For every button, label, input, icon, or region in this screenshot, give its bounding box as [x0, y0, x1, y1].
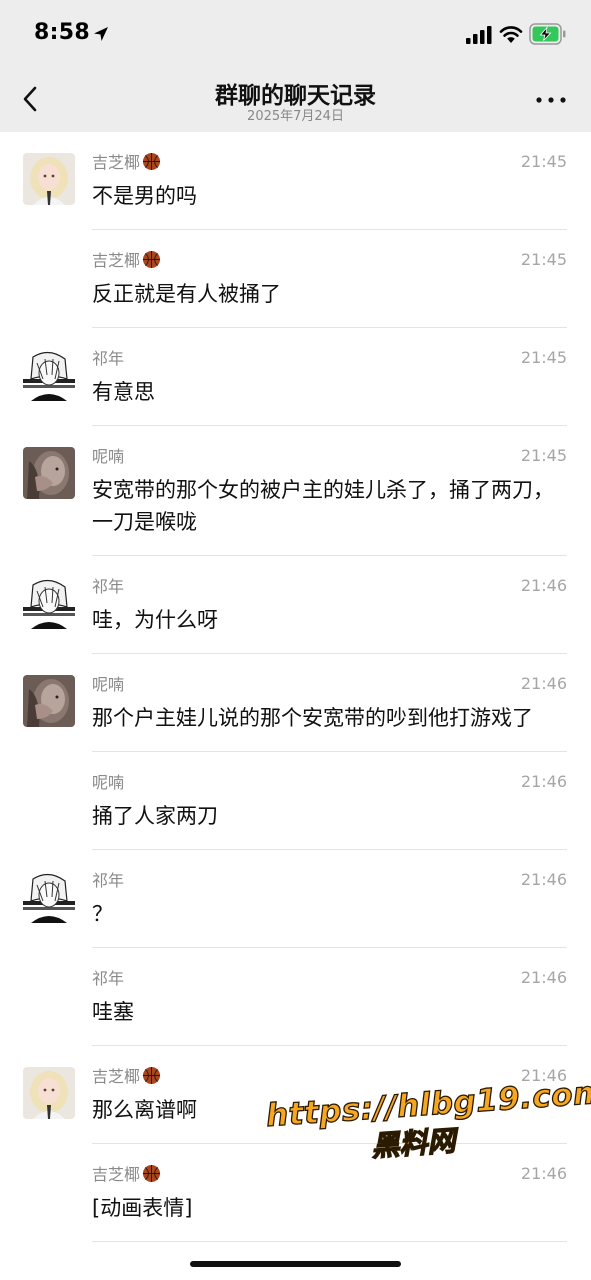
- sender-name: 祁年: [92, 349, 125, 368]
- basketball-emoji-icon: [142, 250, 161, 268]
- sender-name: 呢喃: [92, 675, 125, 694]
- message-text[interactable]: 那个户主娃儿说的那个安宽带的吵到他打游戏了: [92, 702, 567, 734]
- status-time: 8:58: [34, 20, 90, 45]
- header: 8:58 群聊的聊天记录 2025年7月24日: [0, 0, 591, 132]
- message-item[interactable]: 祁年 21:46 哇，为什么呀: [0, 556, 591, 654]
- sender-name: 呢喃: [92, 773, 125, 792]
- avatar-ninan[interactable]: [23, 675, 75, 727]
- avatar-jizhiye[interactable]: [23, 1067, 75, 1119]
- page-subtitle-date: 2025年7月24日: [247, 109, 344, 124]
- message-text[interactable]: 反正就是有人被捅了: [92, 278, 567, 310]
- message-time: 21:46: [520, 1163, 567, 1183]
- message-text[interactable]: 哇塞: [92, 996, 567, 1028]
- sender-name: 吉芝椰: [92, 1067, 141, 1086]
- sender-name: 呢喃: [92, 447, 125, 466]
- message-text[interactable]: [动画表情]: [92, 1192, 567, 1224]
- wifi-icon: [499, 26, 523, 43]
- message-text[interactable]: ？: [92, 898, 567, 930]
- message-time: 21:46: [520, 673, 567, 693]
- message-item[interactable]: 吉芝椰 21:45 反正就是有人被捅了: [0, 230, 591, 328]
- message-time: 21:45: [520, 151, 567, 171]
- more-options-button[interactable]: [532, 88, 570, 112]
- basketball-emoji-icon: [142, 152, 161, 170]
- cellular-signal-icon: [466, 26, 492, 44]
- message-text[interactable]: 不是男的吗: [92, 180, 567, 212]
- location-arrow-icon: [94, 27, 108, 41]
- avatar-qinian[interactable]: [23, 349, 75, 401]
- message-item[interactable]: 呢喃 21:45 安宽带的那个女的被户主的娃儿杀了，捅了两刀，一刀是喉咙: [0, 426, 591, 556]
- message-text[interactable]: 哇，为什么呀: [92, 604, 567, 636]
- avatar-qinian[interactable]: [23, 577, 75, 629]
- message-text[interactable]: 安宽带的那个女的被户主的娃儿杀了，捅了两刀，一刀是喉咙: [92, 474, 567, 538]
- message-list[interactable]: 吉芝椰 21:45 不是男的吗 吉芝椰 21:45 反正就是有人被捅了 祁年 2…: [0, 132, 591, 1280]
- message-time: 21:46: [520, 967, 567, 987]
- message-item[interactable]: 呢喃 21:46 捅了人家两刀: [0, 752, 591, 850]
- basketball-emoji-icon: [142, 1164, 161, 1182]
- avatar-jizhiye[interactable]: [23, 153, 75, 205]
- message-time: 21:45: [520, 347, 567, 367]
- message-text[interactable]: 捅了人家两刀: [92, 800, 567, 832]
- sender-name: 吉芝椰: [92, 1165, 141, 1184]
- avatar-qinian[interactable]: [23, 871, 75, 923]
- message-time: 21:46: [520, 869, 567, 889]
- message-time: 21:45: [520, 445, 567, 465]
- message-time: 21:46: [520, 1065, 567, 1085]
- message-text[interactable]: 有意思: [92, 376, 567, 408]
- message-time: 21:46: [520, 771, 567, 791]
- message-item[interactable]: 祁年 21:45 有意思: [0, 328, 591, 426]
- sender-name: 祁年: [92, 871, 125, 890]
- home-indicator[interactable]: [190, 1261, 401, 1267]
- message-item[interactable]: 祁年 21:46 哇塞: [0, 948, 591, 1046]
- message-item[interactable]: 呢喃 21:46 那个户主娃儿说的那个安宽带的吵到他打游戏了: [0, 654, 591, 752]
- message-time: 21:46: [520, 575, 567, 595]
- basketball-emoji-icon: [142, 1066, 161, 1084]
- message-item[interactable]: 吉芝椰 21:46 那么离谱啊: [0, 1046, 591, 1144]
- sender-name: 祁年: [92, 969, 125, 988]
- message-time: 21:45: [520, 249, 567, 269]
- message-item[interactable]: 吉芝椰 21:46 [动画表情]: [0, 1144, 591, 1242]
- sender-name: 吉芝椰: [92, 153, 141, 172]
- message-text[interactable]: 那么离谱啊: [92, 1094, 567, 1126]
- sender-name: 祁年: [92, 577, 125, 596]
- message-item[interactable]: 祁年 21:46 ？: [0, 850, 591, 948]
- message-item[interactable]: 吉芝椰 21:45 不是男的吗: [0, 132, 591, 230]
- avatar-ninan[interactable]: [23, 447, 75, 499]
- sender-name: 吉芝椰: [92, 251, 141, 270]
- battery-charging-icon: [529, 23, 566, 45]
